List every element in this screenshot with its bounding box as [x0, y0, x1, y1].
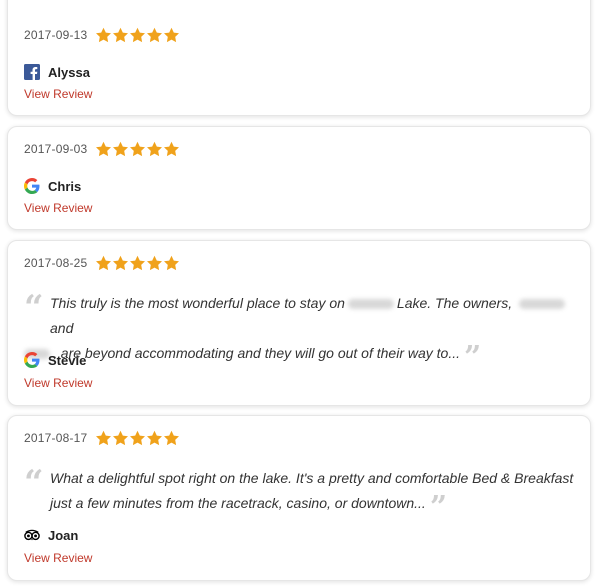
star-icon — [129, 27, 146, 43]
review-author: Chris — [24, 178, 81, 194]
star-icon — [95, 255, 112, 271]
close-quote-icon: ” — [429, 490, 448, 525]
review-date: 2017-08-25 — [24, 256, 88, 270]
google-icon — [24, 352, 40, 368]
star-icon — [163, 430, 180, 446]
view-review-link[interactable]: View Review — [24, 551, 92, 565]
star-rating — [95, 430, 180, 446]
google-icon — [24, 178, 40, 194]
review-header: 2017-08-17 — [24, 430, 180, 446]
review-date: 2017-09-13 — [24, 28, 88, 42]
star-icon — [146, 27, 163, 43]
view-review-link[interactable]: View Review — [24, 376, 92, 390]
star-icon — [129, 430, 146, 446]
review-author: Alyssa — [24, 64, 90, 80]
author-name: Chris — [48, 178, 82, 194]
author-name: Joan — [48, 527, 79, 543]
star-rating — [95, 255, 180, 271]
review-author: Joan — [24, 527, 78, 543]
star-icon — [129, 141, 146, 157]
star-icon — [129, 255, 146, 271]
star-icon — [112, 255, 129, 271]
star-icon — [95, 27, 112, 43]
star-icon — [112, 430, 129, 446]
review-header: 2017-08-25 — [24, 255, 180, 271]
star-icon — [163, 141, 180, 157]
author-name: Stevie — [48, 352, 87, 368]
review-card: 2017-09-03 Chris View Review — [7, 126, 591, 230]
star-icon — [112, 141, 129, 157]
star-rating — [95, 141, 180, 157]
review-header: 2017-09-13 — [24, 27, 180, 43]
review-text: “ This truly is the most wonderful place… — [24, 288, 576, 375]
review-card: 2017-09-13 Alyssa View Review — [7, 0, 591, 116]
star-icon — [163, 27, 180, 43]
star-icon — [146, 141, 163, 157]
star-icon — [95, 141, 112, 157]
review-body: What a delightful spot right on the lake… — [50, 470, 574, 511]
star-icon — [112, 27, 129, 43]
star-icon — [146, 430, 163, 446]
review-date: 2017-09-03 — [24, 142, 88, 156]
facebook-icon — [24, 64, 40, 80]
tripadvisor-owl-icon — [24, 527, 40, 543]
close-quote-icon: ” — [464, 340, 482, 375]
review-card: 2017-08-17 “ What a delightful spot righ… — [7, 415, 591, 581]
view-review-link[interactable]: View Review — [24, 87, 92, 101]
star-icon — [163, 255, 180, 271]
review-date: 2017-08-17 — [24, 431, 88, 445]
view-review-link[interactable]: View Review — [24, 201, 92, 215]
star-icon — [95, 430, 112, 446]
review-header: 2017-09-03 — [24, 141, 180, 157]
review-text: “ What a delightful spot right on the la… — [24, 463, 576, 525]
reviews-feed: 2017-09-13 Alyssa View Review 2017-09-03… — [0, 0, 600, 588]
redacted-text — [347, 299, 394, 310]
review-author: Stevie — [24, 352, 86, 368]
open-quote-icon: “ — [24, 288, 44, 328]
review-card: 2017-08-25 “ This truly is the most wond… — [7, 240, 591, 406]
star-icon — [146, 255, 163, 271]
redacted-text — [518, 299, 565, 310]
author-name: Alyssa — [48, 64, 90, 80]
open-quote-icon: “ — [24, 463, 44, 503]
star-rating — [95, 27, 180, 43]
